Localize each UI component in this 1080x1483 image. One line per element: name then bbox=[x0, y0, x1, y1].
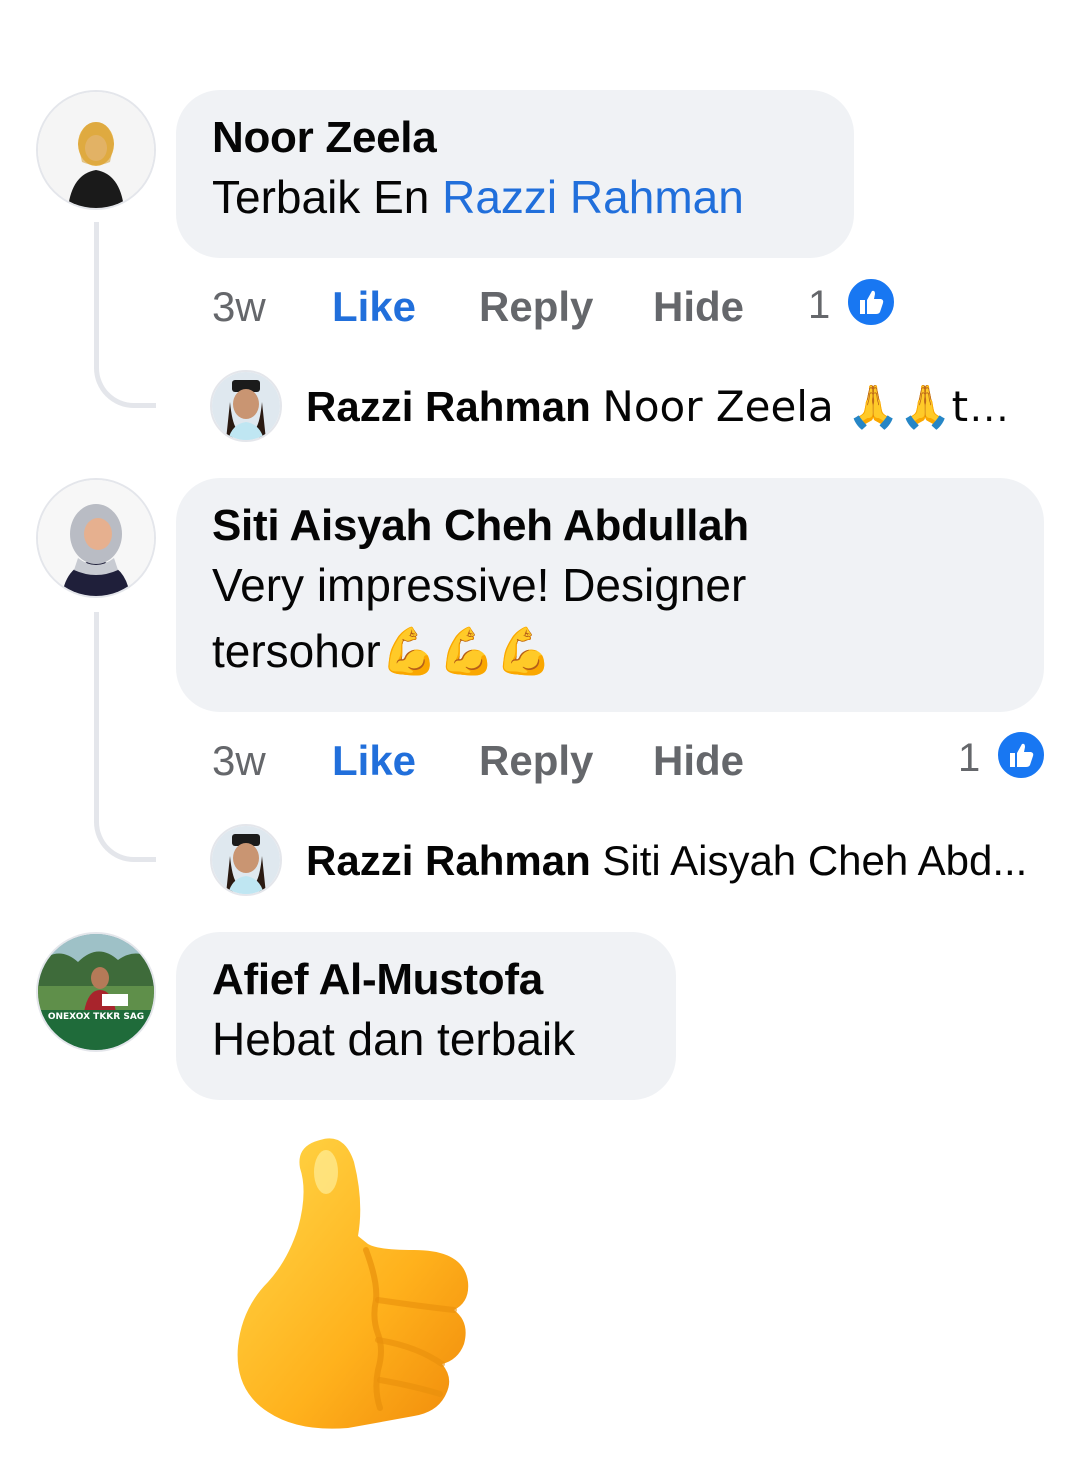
hide-button[interactable]: Hide bbox=[653, 282, 744, 332]
thread-connector bbox=[94, 612, 156, 862]
flexed-biceps-emoji: 💪💪💪 bbox=[380, 624, 553, 678]
comment-time[interactable]: 3w bbox=[212, 736, 266, 786]
avatar-image bbox=[212, 826, 280, 894]
avatar-siti-aisyah[interactable] bbox=[36, 478, 156, 598]
avatar-image bbox=[38, 934, 154, 1050]
reply-author[interactable]: Razzi Rahman bbox=[306, 383, 591, 430]
avatar-razzi-rahman[interactable] bbox=[210, 370, 282, 442]
reply-preview[interactable]: Razzi Rahman Siti Aisyah Cheh Abd... bbox=[306, 836, 1036, 886]
avatar-afief[interactable]: ONEXOX TKKR SAG bbox=[36, 932, 156, 1052]
comment-time[interactable]: 3w bbox=[212, 282, 266, 332]
reply-preview[interactable]: Razzi Rahman Noor Zeela 🙏🙏tha... bbox=[306, 382, 1036, 432]
avatar-caption: ONEXOX TKKR SAG bbox=[47, 1012, 145, 1022]
comment-author[interactable]: Afief Al-Mustofa bbox=[212, 954, 640, 1006]
mention-link[interactable]: Razzi Rahman bbox=[442, 171, 744, 223]
comment-text-line2: tersohor💪💪💪 bbox=[212, 618, 1008, 684]
comment-text-line1: Very impressive! Designer bbox=[212, 559, 747, 611]
comment-bubble[interactable]: Noor Zeela Terbaik En Razzi Rahman bbox=[176, 90, 854, 258]
avatar-image bbox=[38, 92, 154, 208]
reply-author[interactable]: Razzi Rahman bbox=[306, 837, 591, 884]
comment-text: Terbaik En Razzi Rahman bbox=[212, 164, 818, 230]
thumbs-up-sticker-icon bbox=[228, 1132, 478, 1432]
avatar-image bbox=[38, 480, 154, 596]
reply-text: Noor Zeela 🙏🙏tha... bbox=[602, 382, 1036, 431]
comment-bubble[interactable]: Siti Aisyah Cheh Abdullah Very impressiv… bbox=[176, 478, 1044, 712]
comment-author[interactable]: Noor Zeela bbox=[212, 112, 818, 164]
avatar-razzi-rahman[interactable] bbox=[210, 824, 282, 896]
like-button[interactable]: Like bbox=[332, 736, 416, 786]
hide-button[interactable]: Hide bbox=[653, 736, 744, 786]
comment-author[interactable]: Siti Aisyah Cheh Abdullah bbox=[212, 500, 1008, 552]
comment-bubble[interactable]: Afief Al-Mustofa Hebat dan terbaik bbox=[176, 932, 676, 1100]
reply-button[interactable]: Reply bbox=[479, 282, 593, 332]
reply-button[interactable]: Reply bbox=[479, 736, 593, 786]
reaction-count[interactable]: 1 bbox=[808, 280, 830, 330]
comment-text: Hebat dan terbaik bbox=[212, 1013, 576, 1065]
comment-text-word: tersohor bbox=[212, 625, 381, 677]
like-reaction-icon bbox=[846, 277, 896, 327]
like-reaction-icon bbox=[996, 730, 1046, 780]
avatar-image bbox=[212, 372, 280, 440]
reaction-count[interactable]: 1 bbox=[958, 733, 980, 783]
avatar-noor-zeela[interactable] bbox=[36, 90, 156, 210]
comment-text-plain: Terbaik En bbox=[212, 171, 443, 223]
like-button[interactable]: Like bbox=[332, 282, 416, 332]
thread-connector bbox=[94, 222, 156, 408]
reply-text: Siti Aisyah Cheh Abd... bbox=[602, 837, 1028, 884]
